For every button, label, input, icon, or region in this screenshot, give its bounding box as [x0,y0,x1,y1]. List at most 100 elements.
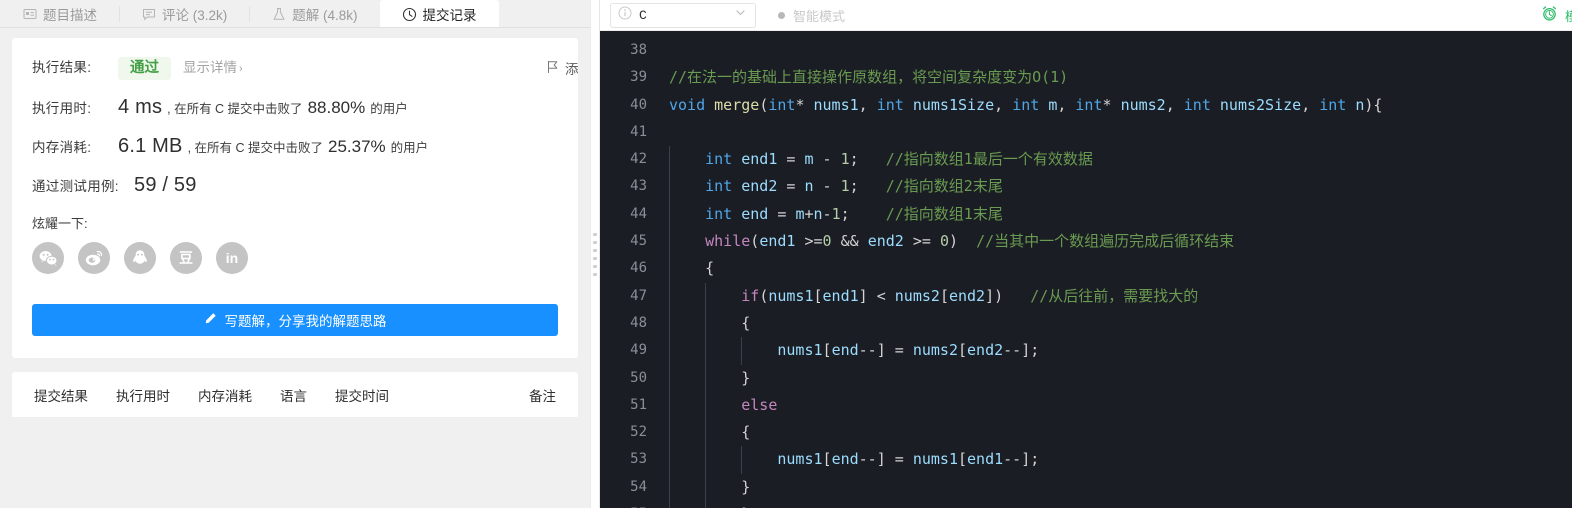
code-token: int [1012,95,1049,114]
code-token: [ [813,286,823,305]
code-token: + [804,204,814,223]
code-line[interactable]: 38 [600,37,1572,64]
smart-mode-toggle[interactable]: 智能模式 [778,6,845,25]
code-line-text: if(nums1[end1] < nums2[end2]) //从后往前，需要找… [660,282,1198,310]
code-line[interactable]: 41 [600,119,1572,146]
indent-guide [669,473,670,502]
code-line[interactable]: 51 else [600,391,1572,420]
code-token: //指向数组1末尾 [885,204,1003,223]
code-token: - [822,177,841,196]
code-token: int [1075,95,1103,114]
code-line[interactable]: 52 { [600,419,1572,447]
code-line[interactable]: 47 if(nums1[end1] < nums2[end2]) //从后往前，… [600,282,1572,310]
code-token: end1 [741,150,787,169]
wechat-share-icon[interactable] [32,242,64,274]
indent-guide [669,419,670,447]
code-line[interactable]: 45 while(end1 >=0 && end2 >= 0) //当其中一个数… [600,228,1572,256]
code-token: int [705,204,742,223]
code-line-text: } [660,473,750,502]
code-token: merge [714,95,760,114]
line-number: 49 [630,342,647,359]
code-line-text: } [660,364,750,392]
code-line[interactable]: 53 nums1[end--] = nums1[end1--]; [600,446,1572,474]
add-note-button[interactable]: 添加 [547,58,578,78]
runtime-label: 执行用时: [32,101,92,116]
language-selector[interactable]: C [610,2,756,28]
column-header-result[interactable]: 提交结果 [20,385,102,405]
column-header-runtime[interactable]: 执行用时 [102,385,184,405]
show-detail-link[interactable]: 显示详情 › [183,56,243,76]
code-line-text: nums1[end--] = nums1[end1--]; [660,446,1039,474]
testcases-label: 通过测试用例: [32,179,119,194]
column-header-note[interactable]: 备注 [515,385,570,405]
splitter-dot [593,240,597,244]
code-token: 1 [840,177,850,196]
tab-label: 评论 (3.2k) [162,8,228,23]
code-token: end2 [867,232,913,251]
tab-problem-description[interactable]: 题目描述 [0,0,119,28]
code-token: ) [948,232,977,251]
code-token: && [831,232,868,251]
code-token: //在法一的基础上直接操作原数组，将空间复杂度变为O(1) [669,68,1069,87]
code-content[interactable]: 38 39 //在法一的基础上直接操作原数组，将空间复杂度变为O(1) 40 void … [600,31,1572,508]
exec-result-label: 执行结果: [32,60,92,75]
problem-tabbar: 题目描述 评论 (3.2k) 题解 (4.8k) 提交记录 [0,0,590,28]
line-number: 50 [630,369,647,386]
indent-guide [669,228,670,256]
tab-solutions[interactable]: 题解 (4.8k) [249,0,379,28]
code-token: ( [759,286,769,305]
code-line[interactable]: 49 nums1[end--] = nums2[end2--]; [600,337,1572,365]
code-line[interactable]: 44 int end = m+n-1; //指向数组1末尾 [600,200,1572,229]
code-line[interactable]: 40 void merge(int* nums1, int nums1Size, … [600,92,1572,119]
code-line[interactable]: 39 //在法一的基础上直接操作原数组，将空间复杂度变为O(1) [600,64,1572,91]
code-line-text: void merge(int* nums1, int nums1Size, in… [660,92,1382,119]
smart-mode-label: 智能模式 [793,8,846,24]
code-line[interactable]: 54 } [600,473,1572,502]
code-line-text: else [660,391,777,420]
panel-splitter[interactable] [590,0,600,508]
code-token: * [795,95,814,114]
code-line[interactable]: 55 } [600,501,1572,508]
column-header-submit-time[interactable]: 提交时间 [321,385,403,405]
code-line-text: int end2 = n - 1; //指向数组2末尾 [660,173,1003,201]
code-line[interactable]: 46 { [600,255,1572,283]
douban-share-icon[interactable]: 豆 [170,242,202,274]
code-line[interactable]: 43 int end2 = n - 1; //指向数组2末尾 [600,173,1572,201]
code-token: 1 [831,204,841,223]
clock-icon [402,7,417,22]
description-icon [22,7,37,22]
code-token: int [1319,95,1356,114]
code-token: void [669,95,715,114]
code-token: 0 [939,232,949,251]
code-line[interactable]: 42 int end1 = m - 1; //指向数组1最后一个有效数据 [600,146,1572,174]
code-token: int [1183,95,1220,114]
line-number: 44 [630,205,647,222]
code-line[interactable]: 50 } [600,364,1572,392]
write-solution-button[interactable]: 写题解，分享我的解题思路 [32,304,558,336]
tab-comments[interactable]: 评论 (3.2k) [119,0,249,28]
memory-value: 6.1 MB [118,135,183,157]
column-header-memory[interactable]: 内存消耗 [184,385,266,405]
line-number: 42 [630,151,647,168]
linkedin-share-icon[interactable]: in [216,242,248,274]
weibo-share-icon[interactable] [78,242,110,274]
code-line-text: { [660,255,714,283]
line-number: 45 [630,233,647,250]
indent-guide [741,337,742,365]
runtime-suffix-b: 的用户 [370,102,408,116]
timer-control[interactable]: 模 [1541,0,1572,30]
write-solution-label: 写题解，分享我的解题思路 [224,314,387,329]
left-panel: 题目描述 评论 (3.2k) 题解 (4.8k) 提交记录 添 执行结果: 通过… [0,0,590,508]
qq-share-icon[interactable] [124,242,156,274]
column-header-language[interactable]: 语言 [266,385,321,405]
indent-guide [669,200,670,229]
indent-guide [669,364,670,392]
tab-submission-records[interactable]: 提交记录 [379,0,499,28]
code-token: ; [840,204,886,223]
memory-row: 内存消耗: 6.1 MB , 在所有 C 提交中击败了 25.37% 的用户 [32,135,558,158]
code-line[interactable]: 48 { [600,309,1572,338]
code-token: ; [849,150,886,169]
